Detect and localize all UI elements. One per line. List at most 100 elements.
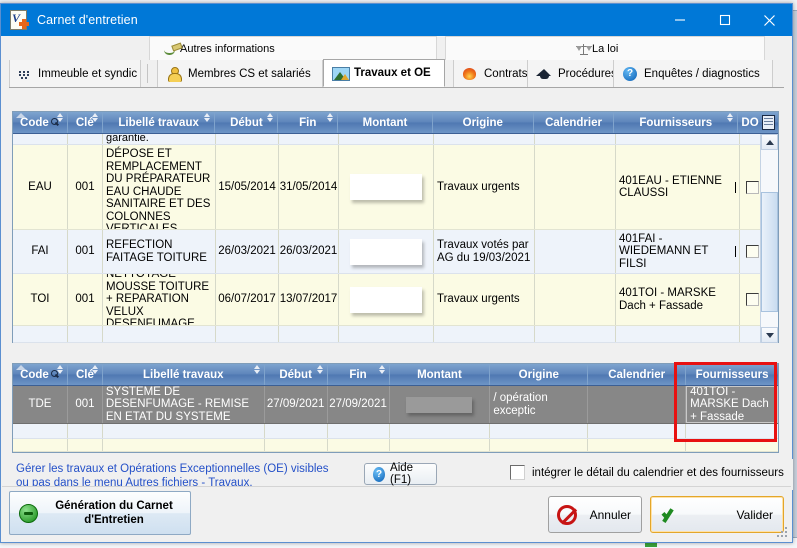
- cell-libelle: NETTOYAGE MOUSSE TOITURE + REPARATION VE…: [103, 274, 216, 325]
- tab-label: Contrats: [484, 67, 528, 80]
- tab-label: Autres informations: [180, 42, 275, 55]
- sort-icon[interactable]: [378, 364, 386, 375]
- table-row-empty[interactable]: [13, 439, 778, 452]
- col-header-origine[interactable]: Origine: [433, 112, 534, 133]
- col-header-cle[interactable]: Clé: [68, 112, 103, 133]
- tab-label: Procédures: [558, 67, 617, 80]
- col-header-fournisseurs[interactable]: Fournisseurs: [614, 112, 739, 133]
- tab-separator: [147, 64, 148, 83]
- tab-immeuble-et-syndic[interactable]: Immeuble et syndic: [9, 60, 141, 87]
- validate-button-label: Valider: [736, 507, 773, 522]
- redacted-amount: [406, 396, 473, 413]
- resize-grip[interactable]: [777, 527, 789, 539]
- col-header-code[interactable]: Code: [13, 364, 68, 385]
- table-row[interactable]: TDE 001 SYSTEME DE DESENFUMAGE - REMISE …: [13, 386, 778, 424]
- col-header-calendrier[interactable]: Calendrier: [588, 364, 687, 385]
- cell-origine: / opération exceptic: [490, 386, 589, 423]
- sort-icon[interactable]: [316, 364, 324, 375]
- sort-icon[interactable]: [327, 112, 334, 123]
- pen-icon: [164, 41, 183, 56]
- col-header-code[interactable]: Code: [13, 112, 68, 133]
- table-row[interactable]: garantie.: [13, 134, 778, 145]
- tab-travaux-et-oe[interactable]: Travaux et OE: [323, 59, 445, 87]
- graduation-cap-icon: [536, 67, 552, 81]
- table-row[interactable]: EAU 001 DÉPOSE ET REMPLACEMENT DU PRÉPAR…: [13, 145, 778, 230]
- column-chooser-icon[interactable]: [761, 115, 775, 130]
- table-row-empty[interactable]: [13, 326, 778, 343]
- table-row-empty[interactable]: [13, 424, 778, 439]
- integrate-detail-checkbox-row[interactable]: intégrer le détail du calendrier et des …: [510, 465, 784, 480]
- maximize-button[interactable]: [702, 4, 747, 36]
- col-header-origine[interactable]: Origine: [490, 364, 589, 385]
- tab-enquetes-diagnostics[interactable]: ? Enquêtes / diagnostics: [613, 60, 773, 87]
- cell-code: EAU: [13, 145, 68, 229]
- col-header-libelle-travaux[interactable]: Libellé travaux: [103, 364, 265, 385]
- scroll-down-button[interactable]: [761, 327, 778, 343]
- col-header-montant[interactable]: Montant: [338, 112, 433, 133]
- window-title: Carnet d'entretien: [37, 13, 138, 27]
- cell-origine: Travaux urgents: [434, 145, 535, 229]
- minimize-button[interactable]: [657, 4, 702, 36]
- sort-icon[interactable]: [56, 364, 64, 375]
- col-header-fournisseurs[interactable]: Fournisseurs: [686, 364, 778, 385]
- col-header-cle[interactable]: Clé: [68, 364, 103, 385]
- tab-group-upper-right: La loi: [445, 36, 765, 60]
- scroll-up-button[interactable]: [761, 134, 778, 150]
- tab-autres-informations[interactable]: Autres informations: [164, 41, 275, 56]
- sort-icon[interactable]: [727, 112, 734, 123]
- col-header-fin[interactable]: Fin: [278, 112, 339, 133]
- question-circle-icon: ?: [373, 466, 386, 482]
- sort-icon[interactable]: [204, 112, 211, 123]
- integrate-detail-checkbox[interactable]: [510, 465, 525, 480]
- tab-la-loi[interactable]: La loi: [576, 42, 618, 56]
- cell-montant: [339, 274, 434, 325]
- cell-cle: 001: [68, 230, 103, 273]
- integrate-detail-label: intégrer le détail du calendrier et des …: [532, 466, 784, 479]
- scrollbar-thumb[interactable]: [761, 192, 778, 312]
- col-header-libelle-travaux[interactable]: Libellé travaux: [103, 112, 216, 133]
- do-checkbox[interactable]: [745, 180, 759, 194]
- tab-membres-cs-et-salaries[interactable]: Membres CS et salariés: [157, 60, 323, 87]
- tab-label: La loi: [592, 42, 619, 55]
- generate-carnet-button[interactable]: Génération du Carnet d'Entretien: [9, 491, 191, 535]
- cell-fournisseurs: 401FAI - WIEDEMANN ET FILSI: [616, 230, 740, 273]
- grid-vertical-scrollbar[interactable]: [760, 134, 778, 343]
- cell-libelle: REFECTION FAITAGE TOITURE: [103, 230, 216, 273]
- travaux-grid[interactable]: Code Clé Libellé travaux Début Fin Monta…: [12, 111, 779, 343]
- cell-origine: Travaux votés par AG du 19/03/2021: [434, 230, 535, 273]
- sort-icon[interactable]: [253, 364, 261, 375]
- green-arrow-icon: [19, 503, 38, 523]
- col-header-fin[interactable]: Fin: [328, 364, 390, 385]
- cell-fournisseurs: 401TOI - MARSKE Dach + Fassade: [616, 274, 740, 325]
- sort-icon[interactable]: [267, 112, 274, 123]
- col-header-calendrier[interactable]: Calendrier: [534, 112, 615, 133]
- travaux-grid-body[interactable]: garantie. EAU 001 DÉPOSE ET REMPLACEMENT…: [13, 134, 778, 343]
- close-button[interactable]: [747, 4, 792, 36]
- help-button[interactable]: ? Aide (F1): [364, 462, 437, 486]
- generate-button-line-1: Génération du Carnet: [55, 500, 173, 512]
- col-header-debut[interactable]: Début: [265, 364, 328, 385]
- col-header-montant[interactable]: Montant: [390, 364, 491, 385]
- sort-icon[interactable]: [56, 112, 64, 123]
- grid-dots-icon: [18, 68, 32, 79]
- oe-grid-body[interactable]: TDE 001 SYSTEME DE DESENFUMAGE - REMISE …: [13, 386, 778, 453]
- sort-icon[interactable]: [91, 364, 99, 375]
- carnet-entretien-dialog: V Carnet d'entretien Autres informations: [0, 3, 793, 543]
- cell-montant: [339, 230, 434, 273]
- table-row[interactable]: TOI 001 NETTOYAGE MOUSSE TOITURE + REPAR…: [13, 274, 778, 326]
- do-checkbox[interactable]: [745, 245, 759, 258]
- sort-icon[interactable]: [91, 112, 99, 123]
- sort-ascending-icon: [16, 365, 26, 370]
- do-checkbox[interactable]: [745, 293, 759, 306]
- validate-button[interactable]: Valider: [650, 496, 784, 533]
- table-row[interactable]: FAI 001 REFECTION FAITAGE TOITURE 26/03/…: [13, 230, 778, 274]
- col-header-do[interactable]: DO: [738, 112, 778, 133]
- dialog-button-bar: Génération du Carnet d'Entretien Annuler…: [2, 486, 791, 541]
- cancel-button[interactable]: Annuler: [548, 496, 642, 533]
- travaux-grid-header: Code Clé Libellé travaux Début Fin Monta…: [13, 112, 778, 134]
- oe-grid[interactable]: Code Clé Libellé travaux Début Fin Monta…: [12, 363, 779, 453]
- cell-code: TOI: [13, 274, 68, 325]
- col-header-debut[interactable]: Début: [215, 112, 279, 133]
- cell-debut: 06/07/2017: [216, 274, 279, 325]
- generate-button-line-2: d'Entretien: [84, 514, 144, 526]
